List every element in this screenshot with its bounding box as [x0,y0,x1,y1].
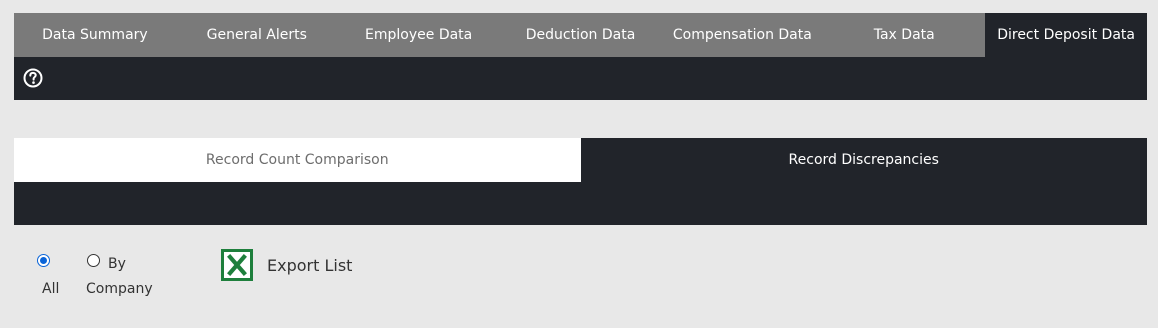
tab-employee-data[interactable]: Employee Data [338,13,500,57]
filter-all-label: All [42,281,60,297]
sub-tab-bar: Record Count Comparison Record Discrepan… [14,138,1147,182]
tab-data-summary[interactable]: Data Summary [14,13,176,57]
tab-compensation-data[interactable]: Compensation Data [661,13,823,57]
tab-direct-deposit-data[interactable]: Direct Deposit Data [985,13,1148,57]
filter-all-radio[interactable] [37,254,50,267]
sub-toolbar [14,182,1147,225]
tab-deduction-data[interactable]: Deduction Data [500,13,662,57]
export-list-label: Export List [267,255,353,275]
tab-general-alerts[interactable]: General Alerts [176,13,338,57]
filter-by-company-label-line1: By [108,256,126,272]
top-tab-bar: Data Summary General Alerts Employee Dat… [14,13,1148,57]
help-toolbar [14,57,1147,100]
tab-tax-data[interactable]: Tax Data [823,13,985,57]
excel-icon [221,249,253,281]
filter-by-company-label-line2: Company [86,281,153,297]
export-list-button[interactable]: Export List [221,249,352,281]
tab-record-discrepancies[interactable]: Record Discrepancies [580,138,1147,182]
filter-by-company-radio[interactable] [87,254,100,267]
tab-record-count-comparison[interactable]: Record Count Comparison [14,138,581,182]
help-icon[interactable] [23,68,43,88]
